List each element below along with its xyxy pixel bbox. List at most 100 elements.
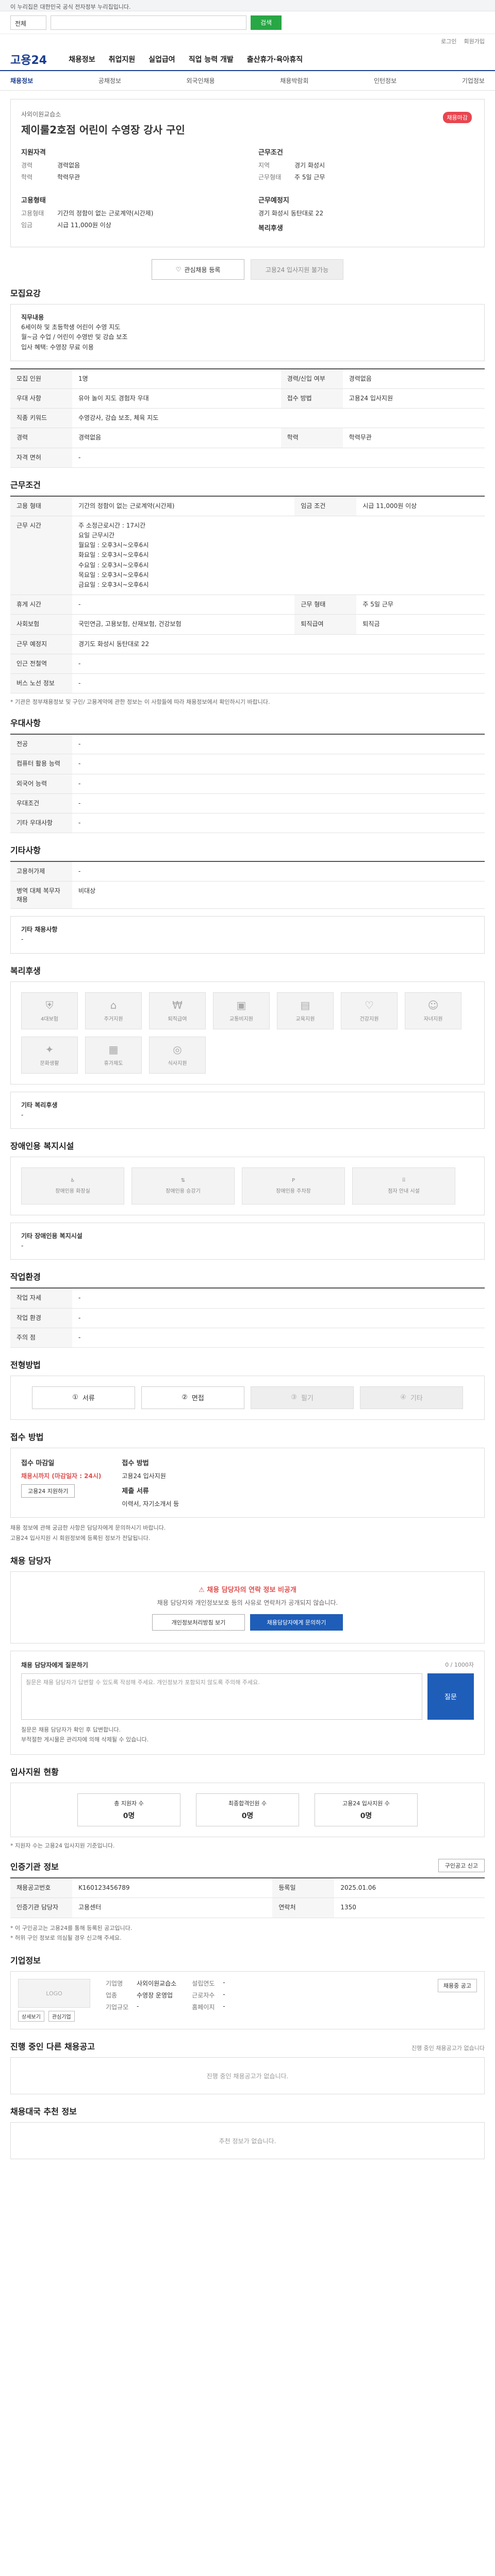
row-value: 1명: [72, 368, 281, 389]
count-card: 고용24 입사지원 수 0명: [315, 1793, 418, 1827]
disability-extra-value: -: [21, 1242, 24, 1250]
table-row: 근무 시간 주 소정근로시간 : 17시간 요일 근무시간 월요일 : 오후3시~…: [10, 516, 485, 596]
money-icon: ₩: [172, 999, 183, 1012]
facility-label: 점자 안내 시설: [388, 1189, 420, 1194]
kv-value: 사외이원교습소: [137, 1980, 177, 1988]
search-input[interactable]: [51, 15, 246, 30]
facility-item: ⠿ 점자 안내 시설: [352, 1167, 455, 1205]
disability-extra-box: 기타 장애인용 복지시설 -: [10, 1223, 485, 1260]
subnav-item[interactable]: 인턴정보: [374, 76, 397, 85]
wheelchair-icon: ♿: [70, 1178, 75, 1183]
etc-extra-heading: 기타 채용사항: [21, 926, 58, 934]
row-value: -: [72, 1288, 485, 1309]
apply-now-button[interactable]: 고용24 지원하기: [21, 1484, 75, 1498]
job-desc-heading: 직무내용: [21, 314, 44, 321]
search-scope-select[interactable]: 전체: [10, 15, 46, 30]
row-value: -: [72, 774, 485, 794]
table-row: 우대조건 -: [10, 793, 485, 814]
docs-value: 이력서, 자기소개서 등: [122, 1500, 179, 1507]
loc-value: 경기 화성시 동탄대로 22: [258, 210, 324, 217]
job-desc-line: 월~금 수업 / 어린이 수영반 및 강습 보조: [21, 333, 128, 341]
kv-value: 경기 화성시: [294, 162, 325, 169]
login-link[interactable]: 로그인: [441, 37, 456, 45]
subnav-item[interactable]: 채용정보: [10, 76, 33, 85]
apply-button[interactable]: 고용24 입사지원 불가능: [251, 259, 343, 280]
signup-link[interactable]: 회원가입: [464, 37, 485, 45]
welfare-section: 복리후생 ⛨ 4대보험 ⌂ 주거지원 ₩ 퇴직급여 ▣ 교통비지원 ▤ 교육지원 ♡ 건강지…: [10, 954, 485, 1129]
disability-icons: ♿ 장애인용 화장실 ⇅ 장애인용 승강기 P 장애인용 주차장 ⠿ 점자 안내 시설: [10, 1157, 485, 1215]
ask-submit-button[interactable]: 질문: [427, 1673, 474, 1720]
apply-box: 접수 마감일 채용시까지 (마감일자 : 24시) 고용24 지원하기 접수 방…: [10, 1447, 485, 1518]
welfare-item: ▦ 휴가제도: [85, 1036, 142, 1074]
ask-textarea[interactable]: 질문은 채용 담당자가 답변할 수 있도록 작성해 주세요. 개인정보가 포함되…: [21, 1673, 422, 1720]
count-card: 총 지원자 수 0명: [77, 1793, 180, 1827]
kv-value: 수영장 운영업: [137, 1992, 173, 1999]
count-cards: 총 지원자 수 0명 최종합격인원 수 0명 고용24 입사지원 수 0명: [10, 1783, 485, 1838]
other-jobs-empty: 진행 중인 채용공고가 없습니다.: [10, 2057, 485, 2095]
table-row: 채용공고번호 K160123456789 등록일 2025.01.06: [10, 1878, 485, 1899]
table-row: 자격 면허 -: [10, 448, 485, 468]
kv-key: 업종: [106, 1992, 118, 1999]
section-title: 모집요강: [10, 289, 41, 298]
row-value: 2025.01.06: [334, 1878, 485, 1899]
subnav-item[interactable]: 기업정보: [462, 76, 485, 85]
row-header: 임금 조건: [294, 496, 357, 516]
welfare-item: ♡ 건강지원: [341, 992, 398, 1029]
company-box: LOGO 상세보기 관심기업 기업명 사외이원교습소 업종 수영장 운영업 기업규모…: [10, 1971, 485, 2030]
search-button[interactable]: 검색: [251, 15, 282, 30]
heart-icon: ♡: [365, 999, 374, 1012]
ticket-icon: ✦: [45, 1043, 54, 1056]
logo[interactable]: 고용24: [10, 51, 47, 67]
table-row: 근무 예정지 경기도 화성시 동탄대로 22: [10, 634, 485, 654]
row-header: 주의 점: [10, 1328, 72, 1348]
table-row: 직종 키워드 수영강사, 강습 보조, 체육 지도: [10, 408, 485, 429]
privacy-button[interactable]: 개인정보처리방침 보기: [152, 1614, 245, 1631]
table-row: 버스 노선 정보 -: [10, 673, 485, 694]
process-steps: ① 서류 ② 면접 ③ 필기 ④ 기타: [10, 1375, 485, 1420]
util-links: 로그인 회원가입: [0, 34, 495, 48]
subnav-item[interactable]: 채용박람회: [280, 76, 308, 85]
row-value: -: [72, 1308, 485, 1328]
kv-key: 임금: [21, 222, 33, 229]
gnb-item[interactable]: 출산휴가·육아휴직: [247, 54, 303, 64]
report-button[interactable]: 구인공고 신고: [438, 1859, 485, 1873]
subnav-item[interactable]: 공채정보: [98, 76, 121, 85]
company-jobs-button[interactable]: 채용중 공고: [437, 1979, 477, 1993]
status-badge: 채용마감: [442, 112, 472, 123]
note-line: 부적절한 게시물은 관리자에 의해 삭제될 수 있습니다.: [21, 1736, 149, 1743]
company-detail-button[interactable]: 상세보기: [18, 2011, 44, 2022]
welfare-label: 휴가제도: [104, 1061, 123, 1067]
job-header: 사외이원교습소 제이룰2호점 어린이 수영장 강사 구인 채용마감 지원자격 경…: [10, 99, 485, 280]
row-header: 우대조건: [10, 793, 72, 814]
gnb-item[interactable]: 직업 능력 개발: [189, 54, 234, 64]
table-row: 인증기관 담당자 고용센터 연락처 1350: [10, 1897, 485, 1918]
row-header: 자격 면허: [10, 448, 72, 468]
subnav-item[interactable]: 외국인채용: [187, 76, 215, 85]
company-fav-button[interactable]: 관심기업: [48, 2011, 75, 2022]
recruit-table: 모집 인원 1명 경력/신입 여부 경력없음 우대 사항 유아 놀이 지도 경험자 우대…: [10, 368, 485, 468]
gnb-item[interactable]: 채용정보: [69, 54, 95, 64]
search-bar: 전체 검색: [0, 11, 495, 34]
welfare-label: 건강지원: [359, 1016, 379, 1023]
row-value: 기간의 정함이 없는 근로계약(시간제): [72, 496, 295, 516]
recruit-section: 모집요강 직무내용 6세이하 및 초등학생 어린이 수영 지도 월~금 수업 /…: [10, 276, 485, 468]
contact-ask-button[interactable]: 채용담당자에게 문의하기: [250, 1614, 343, 1631]
etc-extra-box: 기타 채용사항 -: [10, 916, 485, 954]
kv-value: 주 5일 근무: [294, 174, 325, 181]
kv-value: 기간의 정함이 없는 근로계약(시간제): [57, 210, 154, 217]
etc-section: 기타사항 고용허가제 - 병역 대체 복무자 채용 비대상 기타 채용사항 -: [10, 833, 485, 954]
welfare-icons: ⛨ 4대보험 ⌂ 주거지원 ₩ 퇴직급여 ▣ 교통비지원 ▤ 교육지원 ♡ 건강지원 ☺ 자녀…: [10, 981, 485, 1084]
favorite-button[interactable]: ♡ 관심채용 등록: [152, 259, 244, 280]
qual-heading: 지원자격: [21, 149, 46, 157]
row-value: -: [72, 861, 485, 882]
step-label: 면접: [191, 1395, 204, 1403]
gnb-item[interactable]: 실업급여: [148, 54, 175, 64]
section-title: 장애인용 복지시설: [10, 1141, 74, 1151]
gnb-item[interactable]: 취업지원: [109, 54, 136, 64]
facility-item: ♿ 장애인용 화장실: [21, 1167, 124, 1205]
welfare-item: ⛨ 4대보험: [21, 992, 78, 1029]
facility-label: 장애인용 화장실: [55, 1189, 90, 1194]
row-value: -: [72, 793, 485, 814]
step-number: ④: [400, 1394, 406, 1402]
kv-key: 학력: [21, 174, 33, 181]
